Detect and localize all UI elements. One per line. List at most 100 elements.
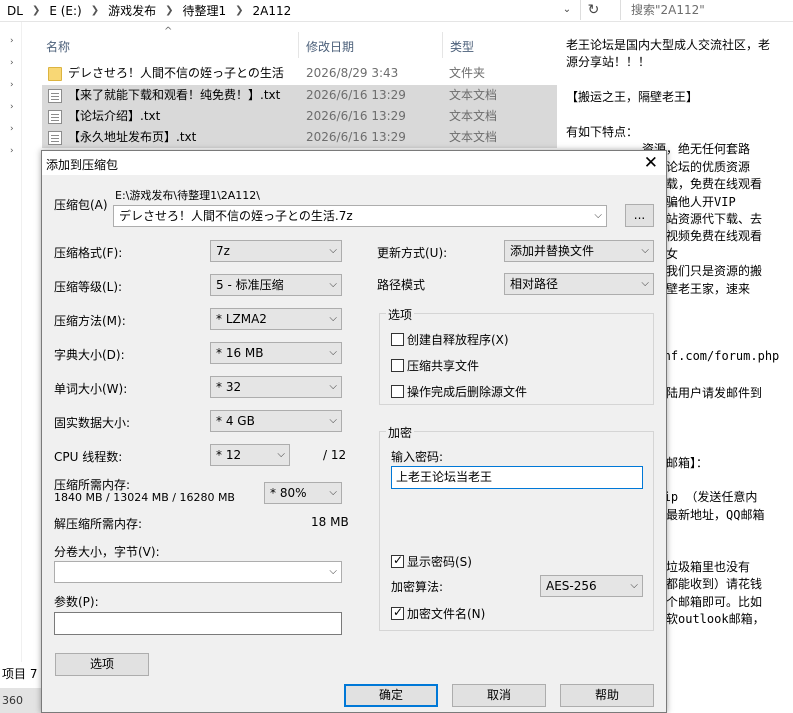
word-select[interactable]: * 32 ⌵ xyxy=(210,376,342,398)
cancel-button[interactable]: 取消 xyxy=(452,684,546,707)
mem-percent-value: * 80% xyxy=(270,486,307,500)
address-bar[interactable]: DL ❯ E (E:) ❯ 游戏发布 ❯ 待整理1 ❯ 2A112 ⌄ ↻ 搜索… xyxy=(0,0,793,22)
chevron-down-icon[interactable]: ⌄ xyxy=(556,0,578,20)
column-header-type[interactable]: 类型 xyxy=(450,38,474,55)
params-input[interactable] xyxy=(54,612,342,635)
update-label: 更新方式(U): xyxy=(377,246,448,260)
format-value: 7z xyxy=(216,244,230,258)
ok-button[interactable]: 确定 xyxy=(344,684,438,707)
checkbox-box[interactable] xyxy=(391,605,404,620)
encrypt-names-checkbox[interactable]: 加密文件名(N) xyxy=(391,605,485,622)
cpu-select[interactable]: * 12 ⌵ xyxy=(210,444,290,466)
chevron-down-icon[interactable]: ⌵ xyxy=(329,562,337,582)
checkbox-box[interactable] xyxy=(391,385,404,398)
file-row[interactable]: 【来了就能下载和观看！纯免费！】.txt 2026/6/16 13:29 文本文… xyxy=(42,85,557,106)
dict-select[interactable]: * 16 MB ⌵ xyxy=(210,342,342,364)
chevron-down-icon[interactable]: ⌵ xyxy=(594,206,602,226)
column-header-name[interactable]: 名称 xyxy=(46,38,70,55)
folder-icon xyxy=(48,67,62,81)
split-label: 分卷大小，字节(V): xyxy=(54,545,160,559)
options-group-title: 选项 xyxy=(386,306,415,323)
file-row[interactable]: 【论坛介绍】.txt 2026/6/16 13:29 文本文档 xyxy=(42,106,557,127)
options-button[interactable]: 选项 xyxy=(55,653,149,676)
word-label: 单词大小(W): xyxy=(54,382,128,396)
chevron-right-icon[interactable]: › xyxy=(10,58,18,68)
chevron-right-icon[interactable]: › xyxy=(10,80,18,90)
level-select[interactable]: 5 - 标准压缩 ⌵ xyxy=(210,274,342,296)
breadcrumb-item-dl[interactable]: DL xyxy=(4,4,26,18)
taskbar-button[interactable]: 360 xyxy=(0,688,44,713)
breadcrumb-item-current[interactable]: 2A112 xyxy=(250,4,295,18)
chevron-right-icon[interactable]: › xyxy=(10,36,18,46)
chevron-right-icon[interactable]: ❯ xyxy=(159,5,179,16)
sfx-checkbox[interactable]: 创建自释放程序(X) xyxy=(391,331,509,348)
browse-button[interactable]: ... xyxy=(625,204,654,227)
column-divider[interactable] xyxy=(442,32,443,58)
checkbox-box[interactable] xyxy=(391,333,404,346)
solid-value: * 4 GB xyxy=(216,414,255,428)
navigation-pane[interactable]: › › › › › › xyxy=(0,22,22,662)
chevron-right-icon[interactable]: › xyxy=(10,102,18,112)
file-row[interactable]: 【永久地址发布页】.txt 2026/6/16 13:29 文本文档 xyxy=(42,127,557,148)
archive-path: E:\游戏发布\待整理1\2A112\ xyxy=(115,189,260,202)
column-divider[interactable] xyxy=(298,32,299,58)
column-headers: ^ 名称 修改日期 类型 xyxy=(22,26,557,60)
cpu-value: * 12 xyxy=(216,448,242,462)
file-date: 2026/8/29 3:43 xyxy=(306,66,399,80)
delete-after-checkbox[interactable]: 操作完成后删除源文件 xyxy=(391,383,527,400)
file-name: 【永久地址发布页】.txt xyxy=(68,130,197,144)
method-select[interactable]: * LZMA2 ⌵ xyxy=(210,308,342,330)
password-input[interactable]: 上老王论坛当老王 xyxy=(391,466,643,489)
dict-label: 字典大小(D): xyxy=(54,348,125,362)
chevron-down-icon: ⌵ xyxy=(641,245,649,256)
chevron-down-icon: ⌵ xyxy=(329,381,337,392)
chevron-right-icon[interactable]: ❯ xyxy=(26,5,46,16)
enc-method-value: AES-256 xyxy=(546,579,597,593)
breadcrumb-item-to-sort[interactable]: 待整理1 xyxy=(180,2,230,19)
file-type: 文件夹 xyxy=(449,66,486,80)
show-password-checkbox[interactable]: 显示密码(S) xyxy=(391,553,472,570)
chevron-down-icon: ⌵ xyxy=(329,279,337,290)
search-input[interactable]: 搜索"2A112" xyxy=(620,0,793,20)
chevron-right-icon[interactable]: ❯ xyxy=(229,5,249,16)
path-select[interactable]: 相对路径 ⌵ xyxy=(504,273,654,295)
level-label: 压缩等级(L): xyxy=(54,280,123,294)
enc-method-select[interactable]: AES-256 ⌵ xyxy=(540,575,643,597)
chevron-right-icon[interactable]: ❯ xyxy=(85,5,105,16)
solid-label: 固实数据大小: xyxy=(54,416,131,430)
checkbox-box[interactable] xyxy=(391,553,404,568)
dialog-titlebar[interactable]: 添加到压缩包 ✕ xyxy=(42,151,666,175)
chevron-right-icon[interactable]: › xyxy=(10,124,18,134)
close-icon[interactable]: ✕ xyxy=(644,153,658,173)
file-type: 文本文档 xyxy=(449,88,498,102)
help-button[interactable]: 帮助 xyxy=(560,684,654,707)
chevron-right-icon[interactable]: › xyxy=(10,146,18,156)
update-select[interactable]: 添加并替换文件 ⌵ xyxy=(504,240,654,262)
column-header-date[interactable]: 修改日期 xyxy=(306,38,354,55)
archive-name-combo[interactable]: デレさせろ！人間不信の姪っ子との生活.7z ⌵ xyxy=(113,205,607,227)
chevron-down-icon: ⌵ xyxy=(329,245,337,256)
file-row[interactable]: デレさせろ！人間不信の姪っ子との生活 2026/8/29 3:43 文件夹 xyxy=(42,63,557,84)
archive-name-value: デレさせろ！人間不信の姪っ子との生活.7z xyxy=(119,209,353,223)
sfx-checkbox-label: 创建自释放程序(X) xyxy=(407,333,509,347)
solid-select[interactable]: * 4 GB ⌵ xyxy=(210,410,342,432)
chevron-down-icon: ⌵ xyxy=(329,313,337,324)
method-label: 压缩方法(M): xyxy=(54,314,126,328)
refresh-icon[interactable]: ↻ xyxy=(580,0,606,20)
chevron-down-icon: ⌵ xyxy=(277,449,285,460)
checkbox-box[interactable] xyxy=(391,359,404,372)
enc-method-label: 加密算法: xyxy=(391,580,444,594)
breadcrumb-item-drive-e[interactable]: E (E:) xyxy=(46,4,84,18)
format-select[interactable]: 7z ⌵ xyxy=(210,240,342,262)
mem-values: 1840 MB / 13024 MB / 16280 MB xyxy=(54,491,235,504)
file-date: 2026/6/16 13:29 xyxy=(306,109,406,123)
update-value: 添加并替换文件 xyxy=(510,244,595,258)
options-group: 选项 创建自释放程序(X) 压缩共享文件 操作完成后删除源文件 xyxy=(379,306,654,405)
file-name: 【来了就能下载和观看！纯免费！】.txt xyxy=(68,88,281,102)
mem-percent-select[interactable]: * 80% ⌵ xyxy=(264,482,342,504)
breadcrumb-item-game-release[interactable]: 游戏发布 xyxy=(105,2,159,19)
chevron-down-icon: ⌵ xyxy=(630,580,638,591)
file-type: 文本文档 xyxy=(449,130,498,144)
split-combo[interactable]: ⌵ xyxy=(54,561,342,583)
shared-checkbox[interactable]: 压缩共享文件 xyxy=(391,357,479,374)
